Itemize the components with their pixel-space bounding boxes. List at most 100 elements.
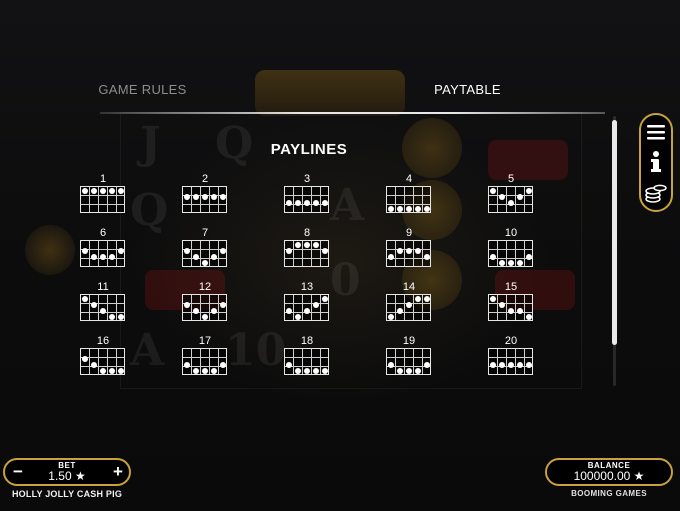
payline-dot xyxy=(82,355,88,362)
background-ornament xyxy=(25,225,75,275)
tab-game-rules[interactable]: GAME RULES xyxy=(60,80,225,100)
payline-grid xyxy=(182,294,227,321)
payline-number: 9 xyxy=(405,227,413,239)
payline-dot xyxy=(118,247,124,254)
payline-dot xyxy=(109,368,115,375)
payline-dot xyxy=(286,247,292,254)
payline-dot xyxy=(91,361,97,368)
payline-number: 13 xyxy=(300,281,314,293)
payline-grid xyxy=(80,240,125,267)
payline-dot xyxy=(397,368,403,375)
payline-dot xyxy=(211,193,217,200)
background-symbol: 10 xyxy=(225,325,287,376)
payline-dot xyxy=(322,247,328,254)
payline-dot xyxy=(184,361,190,368)
payline-dot xyxy=(193,193,199,200)
coins-icon[interactable] xyxy=(641,178,671,208)
payline-dot xyxy=(322,368,328,375)
payline-grid xyxy=(386,240,431,267)
payline-dot xyxy=(82,187,88,194)
payline-dot xyxy=(100,368,106,375)
tab-paytable[interactable]: PAYTABLE xyxy=(385,80,550,100)
scrollbar-thumb[interactable] xyxy=(612,120,617,345)
payline-dot xyxy=(286,361,292,368)
payline-dot xyxy=(526,253,532,260)
background-symbol: 0 xyxy=(330,255,361,306)
balance-value: 100000.00 ★ xyxy=(573,469,645,483)
payline-dot xyxy=(202,260,208,267)
payline-dot xyxy=(304,199,310,206)
payline-dot xyxy=(322,295,328,302)
payline-number: 20 xyxy=(504,335,518,347)
balance-display: BALANCE 100000.00 ★ xyxy=(545,458,673,486)
payline-number: 12 xyxy=(198,281,212,293)
payline-dot xyxy=(526,314,532,321)
payline-number: 2 xyxy=(201,173,209,185)
payline-dot xyxy=(517,260,523,267)
payline-dot xyxy=(415,368,421,375)
payline-grid xyxy=(80,348,125,375)
payline-grid xyxy=(386,186,431,213)
payline-dot xyxy=(415,206,421,213)
payline-dot xyxy=(508,307,514,314)
payline-dot xyxy=(490,361,496,368)
payline-dot xyxy=(313,199,319,206)
payline-number: 4 xyxy=(405,173,413,185)
payline-dot xyxy=(91,253,97,260)
background-symbol: Q xyxy=(130,185,169,236)
payline-dot xyxy=(406,368,412,375)
payline-dot xyxy=(517,193,523,200)
payline-grid xyxy=(182,240,227,267)
payline-dot xyxy=(397,307,403,314)
payline-dot xyxy=(220,361,226,368)
background-symbol: A xyxy=(130,325,165,376)
payline-dot xyxy=(490,187,496,194)
payline-dot xyxy=(313,301,319,308)
payline-dot xyxy=(424,206,430,213)
payline-dot xyxy=(508,260,514,267)
side-menu xyxy=(639,113,673,212)
payline-number: 18 xyxy=(300,335,314,347)
payline-dot xyxy=(193,307,199,314)
payline-dot xyxy=(193,253,199,260)
payline-grid xyxy=(80,186,125,213)
payline-dot xyxy=(526,187,532,194)
payline-grid xyxy=(488,294,533,321)
payline-grid xyxy=(284,240,329,267)
payline-number: 3 xyxy=(303,173,311,185)
payline-dot xyxy=(388,206,394,213)
payline-dot xyxy=(490,295,496,302)
payline-dot xyxy=(193,368,199,375)
payline-dot xyxy=(295,368,301,375)
menu-icon[interactable] xyxy=(641,117,671,147)
payline-dot xyxy=(490,253,496,260)
payline-grid xyxy=(284,294,329,321)
payline-dot xyxy=(499,301,505,308)
payline-dot xyxy=(304,307,310,314)
payline-dot xyxy=(304,368,310,375)
payline-dot xyxy=(295,199,301,206)
payline-dot xyxy=(91,187,97,194)
payline-number: 15 xyxy=(504,281,518,293)
payline-number: 19 xyxy=(402,335,416,347)
payline-number: 8 xyxy=(303,227,311,239)
background-game-logo xyxy=(255,70,405,116)
bet-increase-button[interactable]: + xyxy=(109,463,127,481)
info-icon[interactable] xyxy=(641,147,671,177)
bet-control: − BET 1.50 ★ + xyxy=(3,458,131,486)
payline-dot xyxy=(220,247,226,254)
payline-number: 17 xyxy=(198,335,212,347)
paylines-heading: PAYLINES xyxy=(270,141,348,158)
payline-grid xyxy=(284,186,329,213)
payline-dot xyxy=(91,301,97,308)
payline-dot xyxy=(406,301,412,308)
payline-dot xyxy=(508,361,514,368)
payline-dot xyxy=(184,301,190,308)
payline-dot xyxy=(295,314,301,321)
payline-grid xyxy=(488,348,533,375)
payline-dot xyxy=(100,307,106,314)
payline-dot xyxy=(415,247,421,254)
payline-dot xyxy=(109,314,115,321)
payline-dot xyxy=(499,193,505,200)
payline-dot xyxy=(220,193,226,200)
